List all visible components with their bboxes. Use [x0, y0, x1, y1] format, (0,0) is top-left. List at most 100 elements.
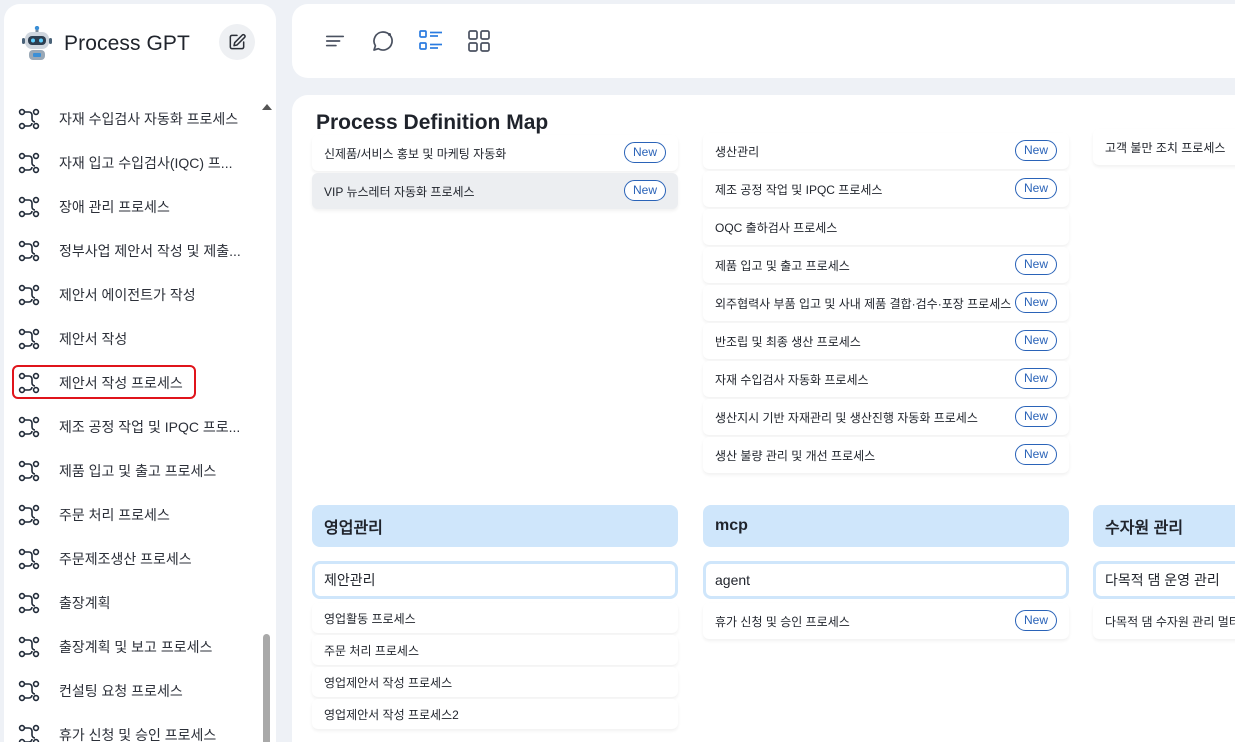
process-item[interactable]: 영업활동 프로세스 — [312, 603, 678, 633]
new-badge: New — [1014, 444, 1057, 465]
subcategory-header[interactable]: 제안관리 — [312, 561, 678, 599]
column-1-list: 신제품/서비스 홍보 및 마케팅 자동화 New VIP 뉴스레터 자동화 프로세스… — [312, 135, 678, 211]
process-item[interactable]: 반조립 및 최종 생산 프로세스 New — [703, 323, 1069, 359]
process-item-label: 주문 처리 프로세스 — [324, 643, 419, 658]
category-header[interactable]: 영업관리 — [312, 505, 678, 547]
process-map-panel: Process Definition Map 신제품/서비스 홍보 및 마케팅 … — [292, 95, 1235, 742]
sidebar-item-label: 컨설팅 요청 프로세스 — [59, 683, 183, 699]
process-item-label: 자재 수입검사 자동화 프로세스 — [715, 372, 869, 387]
new-badge: New — [1014, 406, 1057, 427]
process-item-label: 고객 불만 조치 프로세스 — [1105, 140, 1226, 155]
sidebar-item-label: 정부사업 제안서 작성 및 제출... — [59, 243, 241, 259]
app-name: Process GPT — [64, 32, 190, 55]
process-flow-icon — [18, 680, 40, 702]
sidebar-item-label: 제안서 작성 — [59, 331, 128, 347]
process-flow-icon — [18, 416, 40, 438]
process-item-label: 생산 불량 관리 및 개선 프로세스 — [715, 448, 876, 463]
process-item[interactable]: VIP 뉴스레터 자동화 프로세스 New — [312, 173, 678, 209]
sidebar-item[interactable]: 출장계획 — [4, 581, 266, 625]
process-item[interactable]: 외주협력사 부품 입고 및 사내 제품 결합·검수·포장 프로세스 New — [703, 285, 1069, 321]
process-item[interactable]: 고객 불만 조치 프로세스 — [1093, 129, 1235, 165]
process-flow-icon — [18, 108, 40, 130]
brand[interactable]: Process GPT — [20, 25, 190, 62]
category-header[interactable]: 수자원 관리 — [1093, 505, 1235, 547]
category-sales: 영업관리제안관리영업활동 프로세스주문 처리 프로세스영업제안서 작성 프로세스… — [312, 505, 678, 731]
process-item-label: 휴가 신청 및 승인 프로세스 — [715, 614, 850, 629]
sidebar-item-label: 장애 관리 프로세스 — [59, 199, 170, 215]
sidebar-item-label: 출장계획 및 보고 프로세스 — [59, 639, 213, 655]
new-chat-button[interactable] — [219, 24, 255, 60]
process-item[interactable]: 자재 수입검사 자동화 프로세스 New — [703, 361, 1069, 397]
sidebar-item-label: 주문 처리 프로세스 — [59, 507, 170, 523]
process-flow-icon — [18, 284, 40, 306]
grid-view-button[interactable] — [464, 26, 494, 56]
sidebar-item[interactable]: 휴가 신청 및 승인 프로세스 — [4, 713, 266, 742]
process-flow-icon — [18, 152, 40, 174]
process-item-label: 영업활동 프로세스 — [324, 611, 416, 626]
sidebar-item[interactable]: 출장계획 및 보고 프로세스 — [4, 625, 266, 669]
process-item[interactable]: 휴가 신청 및 승인 프로세스 New — [703, 603, 1069, 639]
new-badge: New — [623, 142, 666, 163]
chat-bubble-icon — [373, 31, 393, 51]
sidebar-item[interactable]: 제안서 에이전트가 작성 — [4, 273, 266, 317]
process-item-label: 영업제안서 작성 프로세스2 — [324, 707, 459, 722]
sidebar-item[interactable]: 자재 수입검사 자동화 프로세스 — [4, 97, 266, 141]
process-item-label: 생산지시 기반 자재관리 및 생산진행 자동화 프로세스 — [715, 410, 978, 425]
process-item[interactable]: 제조 공정 작업 및 IPQC 프로세스 New — [703, 171, 1069, 207]
sidebar-item-label: 주문제조생산 프로세스 — [59, 551, 192, 567]
process-flow-icon — [18, 724, 40, 742]
menu-button[interactable] — [320, 26, 350, 56]
sidebar-item[interactable]: 주문 처리 프로세스 — [4, 493, 266, 537]
process-flow-icon — [18, 372, 40, 394]
sidebar-item[interactable]: 자재 입고 수입검사(IQC) 프... — [4, 141, 266, 185]
process-flow-icon — [18, 548, 40, 570]
sidebar-item-label: 출장계획 — [59, 595, 111, 611]
process-item-label: 반조립 및 최종 생산 프로세스 — [715, 334, 861, 349]
new-badge: New — [1014, 292, 1057, 313]
list-view-icon — [419, 30, 442, 50]
sidebar-item-label: 제품 입고 및 출고 프로세스 — [59, 463, 217, 479]
sidebar-item-label: 제안서 에이전트가 작성 — [59, 287, 196, 303]
category-header[interactable]: mcp — [703, 505, 1069, 547]
process-item[interactable]: 생산 불량 관리 및 개선 프로세스 New — [703, 437, 1069, 473]
toolbar — [292, 4, 1235, 78]
process-item[interactable]: 신제품/서비스 홍보 및 마케팅 자동화 New — [312, 135, 678, 171]
process-item-label: OQC 출하검사 프로세스 — [715, 220, 838, 235]
category-water: 수자원 관리다목적 댐 운영 관리다목적 댐 수자원 관리 멀티 — [1093, 505, 1235, 641]
process-list: 자재 수입검사 자동화 프로세스 자재 입고 수입검사(IQC) 프... 장애 관… — [4, 97, 266, 742]
subcategory-header[interactable]: 다목적 댐 운영 관리 — [1093, 561, 1235, 599]
process-item-label: 생산관리 — [715, 144, 760, 159]
scrollbar-thumb[interactable] — [263, 634, 270, 742]
sidebar-item[interactable]: 정부사업 제안서 작성 및 제출... — [4, 229, 266, 273]
process-item-label: 신제품/서비스 홍보 및 마케팅 자동화 — [324, 146, 507, 161]
sidebar-item[interactable]: 제안서 작성 프로세스 — [4, 361, 266, 405]
sidebar-item[interactable]: 컨설팅 요청 프로세스 — [4, 669, 266, 713]
sidebar-item[interactable]: 제안서 작성 — [4, 317, 266, 361]
process-item[interactable]: 생산지시 기반 자재관리 및 생산진행 자동화 프로세스 New — [703, 399, 1069, 435]
process-item[interactable]: OQC 출하검사 프로세스 — [703, 209, 1069, 245]
process-item[interactable]: 영업제안서 작성 프로세스 — [312, 667, 678, 697]
process-item[interactable]: 영업제안서 작성 프로세스2 — [312, 699, 678, 729]
list-view-button[interactable] — [416, 26, 446, 56]
process-flow-icon — [18, 240, 40, 262]
sidebar-item[interactable]: 장애 관리 프로세스 — [4, 185, 266, 229]
sidebar-item[interactable]: 제품 입고 및 출고 프로세스 — [4, 449, 266, 493]
process-item-label: 영업제안서 작성 프로세스 — [324, 675, 453, 690]
process-item[interactable]: 생산관리 New — [703, 133, 1069, 169]
sidebar-item[interactable]: 제조 공정 작업 및 IPQC 프로... — [4, 405, 266, 449]
new-badge: New — [1014, 254, 1057, 275]
new-badge: New — [1014, 140, 1057, 161]
subcategory-header[interactable]: agent — [703, 561, 1069, 599]
process-item[interactable]: 제품 입고 및 출고 프로세스 New — [703, 247, 1069, 283]
sidebar-item[interactable]: 주문제조생산 프로세스 — [4, 537, 266, 581]
process-item-label: VIP 뉴스레터 자동화 프로세스 — [324, 184, 475, 199]
chat-button[interactable] — [368, 26, 398, 56]
process-item[interactable]: 주문 처리 프로세스 — [312, 635, 678, 665]
menu-icon — [325, 35, 345, 47]
grid-view-icon — [468, 30, 490, 52]
new-badge: New — [1014, 330, 1057, 351]
process-item[interactable]: 다목적 댐 수자원 관리 멀티 — [1093, 603, 1235, 639]
new-badge: New — [623, 180, 666, 201]
process-flow-icon — [18, 460, 40, 482]
process-item-label: 다목적 댐 수자원 관리 멀티 — [1105, 614, 1235, 629]
